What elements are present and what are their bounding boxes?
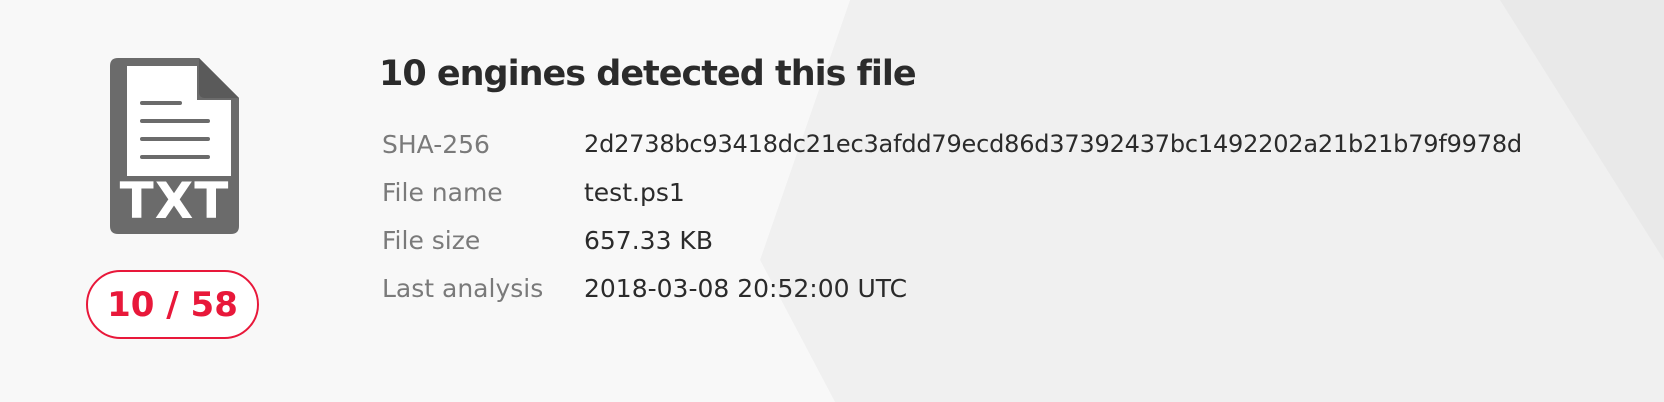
detail-row-file-name: File name test.ps1 xyxy=(382,168,1522,216)
sha256-value: 2d2738bc93418dc21ec3afdd79ecd86d37392437… xyxy=(584,130,1522,158)
detail-row-sha256: SHA-256 2d2738bc93418dc21ec3afdd79ecd86d… xyxy=(382,120,1522,168)
detail-label-sha256: SHA-256 xyxy=(382,129,490,159)
detection-headline: 10 engines detected this file xyxy=(379,54,917,94)
file-name-value: test.ps1 xyxy=(584,177,685,207)
file-type-label: TXT xyxy=(119,172,230,230)
detail-label-file-size: File size xyxy=(382,225,481,255)
file-details: SHA-256 2d2738bc93418dc21ec3afdd79ecd86d… xyxy=(382,120,1522,312)
detail-label-file-name: File name xyxy=(382,177,503,207)
file-size-value: 657.33 KB xyxy=(584,225,713,255)
detail-row-last-analysis: Last analysis 2018-03-08 20:52:00 UTC xyxy=(382,264,1522,312)
detection-score-badge: 10 / 58 xyxy=(86,270,259,339)
detail-label-last-analysis: Last analysis xyxy=(382,273,544,303)
detail-row-file-size: File size 657.33 KB xyxy=(382,216,1522,264)
last-analysis-value: 2018-03-08 20:52:00 UTC xyxy=(584,273,908,303)
